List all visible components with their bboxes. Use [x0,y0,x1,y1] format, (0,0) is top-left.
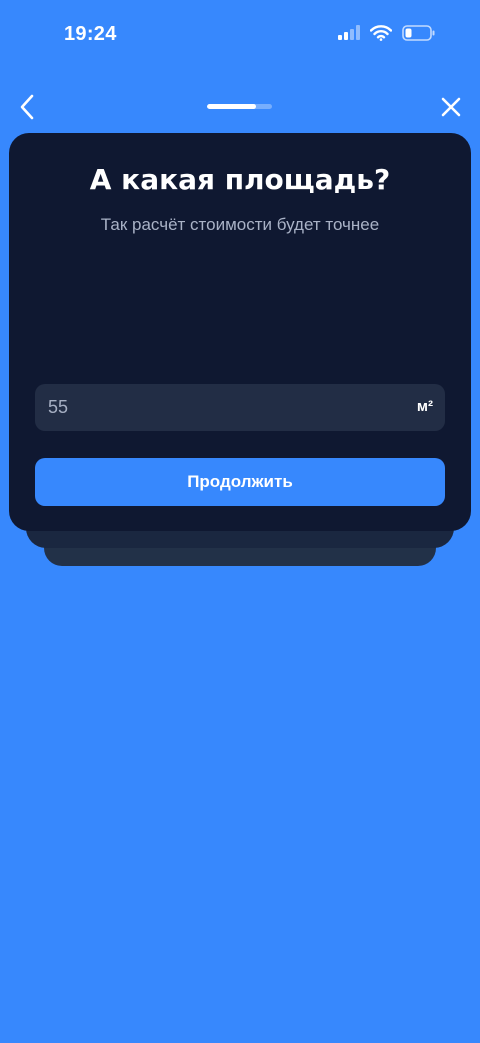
close-icon [441,97,461,117]
card-title: А какая площадь? [89,163,391,196]
unit-label: м² [416,398,433,415]
wifi-icon [370,25,392,41]
progress-bar-fill [207,104,256,109]
back-button[interactable] [10,90,44,124]
close-button[interactable] [434,90,468,124]
continue-button[interactable]: Продолжить [35,458,445,506]
area-field: м² [35,384,445,431]
card-subtitle: Так расчёт стоимости будет точнее [100,215,380,234]
status-bar: 19:24 [0,0,480,70]
chevron-left-icon [20,94,34,120]
cellular-signal-icon [338,25,360,40]
area-input[interactable] [35,384,395,431]
status-time: 19:24 [64,23,117,45]
progress-bar [207,104,272,109]
battery-icon [402,25,435,41]
question-card: А какая площадь? Так расчёт стоимости бу… [9,133,471,531]
status-icons [338,25,436,41]
nav-bar [0,84,480,130]
